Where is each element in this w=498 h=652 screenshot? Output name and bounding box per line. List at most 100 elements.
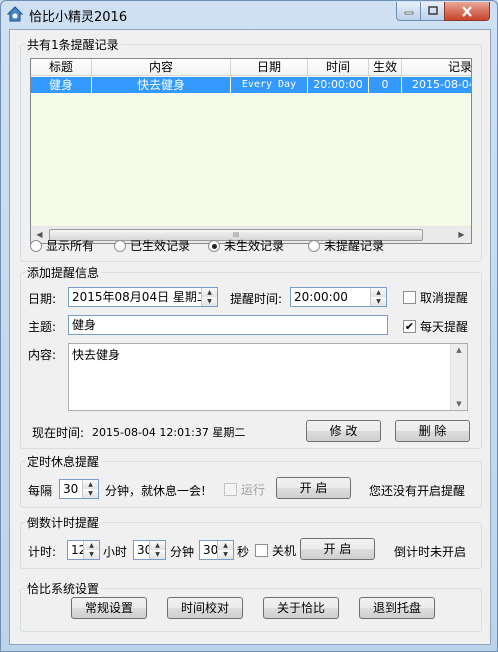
- rest-interval-input[interactable]: 30 ▲ ▼: [59, 479, 99, 499]
- cancel-reminder-checkbox[interactable]: 取消提醒: [403, 289, 468, 306]
- date-spinner[interactable]: ▲ ▼: [201, 288, 217, 306]
- filter-active-label: 已生效记录: [130, 239, 191, 253]
- subject-input[interactable]: 健身: [68, 315, 388, 335]
- general-settings-button[interactable]: 常规设置: [71, 597, 147, 619]
- reminder-list[interactable]: 标题 内容 日期 时间 生效 记录 健身 快去健身 Every Day 20:0…: [30, 58, 472, 244]
- cell-title: 健身: [31, 77, 92, 93]
- vertical-scrollbar[interactable]: ▲ ▼: [450, 344, 467, 410]
- about-button[interactable]: 关于恰比: [263, 597, 339, 619]
- add-reminder-legend: 添加提醒信息: [27, 266, 100, 280]
- close-icon: [462, 5, 472, 17]
- column-header-content[interactable]: 内容: [92, 59, 231, 76]
- up-arrow-icon[interactable]: ▲: [371, 288, 386, 297]
- daily-reminder-label: 每天提醒: [420, 320, 469, 334]
- seconds-value: 30: [203, 543, 219, 557]
- down-arrow-icon[interactable]: ▼: [150, 550, 165, 559]
- down-arrow-icon[interactable]: ▼: [371, 297, 386, 306]
- reminder-time-value: 20:00:00: [294, 290, 348, 304]
- checkbox-box: [224, 483, 237, 496]
- time-sync-button[interactable]: 时间校对: [167, 597, 243, 619]
- up-arrow-icon[interactable]: ▲: [202, 288, 217, 297]
- delete-button[interactable]: 删 除: [395, 420, 470, 442]
- filter-all-radio[interactable]: 显示所有: [30, 237, 94, 254]
- minimize-to-tray-button[interactable]: 退到托盘: [359, 597, 435, 619]
- up-arrow-icon[interactable]: ▲: [150, 541, 165, 550]
- reminder-time-label: 提醒时间:: [230, 292, 283, 306]
- checkbox-box: [255, 544, 268, 557]
- scroll-up-icon[interactable]: ▲: [451, 346, 467, 354]
- filter-inactive-radio[interactable]: 未生效记录: [208, 237, 284, 254]
- radio-indicator-selected: [208, 239, 220, 252]
- maximize-button[interactable]: [420, 2, 445, 21]
- down-arrow-icon[interactable]: ▼: [84, 550, 99, 559]
- seconds-spinner[interactable]: ▲ ▼: [217, 541, 233, 559]
- rest-status: 您还没有开启提醒: [369, 484, 466, 498]
- minimize-icon: [404, 11, 413, 15]
- seconds-unit: 秒: [237, 545, 250, 559]
- column-header-time[interactable]: 时间: [308, 59, 369, 76]
- down-arrow-icon[interactable]: ▼: [202, 297, 217, 306]
- down-arrow-icon[interactable]: ▼: [83, 489, 98, 498]
- filter-unreminded-label: 未提醒记录: [324, 239, 385, 253]
- date-picker[interactable]: 2015年08月04日 星期二 ▲ ▼: [68, 287, 218, 307]
- check-icon: ✔: [403, 320, 416, 333]
- hours-spinner[interactable]: ▲ ▼: [83, 541, 99, 559]
- system-settings-legend: 恰比系统设置: [27, 582, 100, 596]
- maximize-icon: [427, 6, 438, 15]
- up-arrow-icon[interactable]: ▲: [84, 541, 99, 550]
- radio-indicator: [308, 239, 320, 252]
- radio-indicator: [30, 239, 42, 252]
- cell-content: 快去健身: [92, 77, 231, 93]
- column-header-title[interactable]: 标题: [31, 59, 92, 76]
- interval-spinner[interactable]: ▲ ▼: [82, 480, 98, 498]
- subject-label: 主题:: [28, 320, 57, 334]
- reminder-list-legend: 共有1条提醒记录: [27, 38, 119, 52]
- rest-suffix-label: 分钟，就休息一会!: [105, 484, 206, 498]
- filter-inactive-label: 未生效记录: [224, 239, 285, 253]
- column-header-date[interactable]: 日期: [231, 59, 308, 76]
- window-title: 恰比小精灵2016: [29, 10, 128, 25]
- minutes-spinner[interactable]: ▲ ▼: [149, 541, 165, 559]
- reminder-time-input[interactable]: 20:00:00 ▲ ▼: [290, 287, 387, 307]
- timer-label: 计时:: [28, 545, 57, 559]
- minutes-input[interactable]: 30 ▲ ▼: [133, 540, 166, 560]
- seconds-input[interactable]: 30 ▲ ▼: [199, 540, 234, 560]
- daily-reminder-checkbox[interactable]: ✔ 每天提醒: [403, 318, 468, 335]
- minutes-unit: 分钟: [170, 545, 195, 559]
- time-spinner[interactable]: ▲ ▼: [370, 288, 386, 306]
- cancel-reminder-label: 取消提醒: [420, 291, 469, 305]
- run-label: 运行: [241, 483, 266, 497]
- table-row[interactable]: 健身 快去健身 Every Day 20:00:00 0 2015-08-04: [31, 77, 471, 93]
- cell-date: Every Day: [231, 77, 308, 93]
- close-button[interactable]: [444, 2, 490, 21]
- filter-active-radio[interactable]: 已生效记录: [114, 237, 190, 254]
- every-label: 每隔: [28, 484, 53, 498]
- filter-all-label: 显示所有: [46, 239, 95, 253]
- shutdown-checkbox[interactable]: 关机: [255, 542, 296, 559]
- column-header-record[interactable]: 记录: [402, 59, 471, 76]
- date-value: 2015年08月04日 星期二: [72, 290, 209, 304]
- countdown-start-button[interactable]: 开 启: [300, 538, 375, 560]
- up-arrow-icon[interactable]: ▲: [83, 480, 98, 489]
- column-header-active[interactable]: 生效: [369, 59, 402, 76]
- date-label: 日期:: [28, 292, 57, 306]
- rest-start-button[interactable]: 开 启: [276, 477, 351, 499]
- minimize-button[interactable]: [396, 2, 421, 21]
- title-bar[interactable]: 恰比小精灵2016: [1, 1, 497, 27]
- radio-indicator: [114, 239, 126, 252]
- down-arrow-icon[interactable]: ▼: [218, 550, 233, 559]
- run-checkbox[interactable]: 运行: [224, 481, 265, 498]
- modify-button[interactable]: 修 改: [306, 420, 381, 442]
- current-time-label: 现在时间:: [32, 426, 85, 440]
- rest-interval-value: 30: [63, 482, 79, 496]
- hours-input[interactable]: 12 ▲ ▼: [67, 540, 100, 560]
- scroll-right-icon[interactable]: ▶: [453, 227, 470, 243]
- cell-record: 2015-08-04: [402, 77, 471, 93]
- content-value: 快去健身: [72, 348, 121, 362]
- subject-value: 健身: [72, 318, 97, 332]
- app-logo-icon: [7, 6, 23, 22]
- scroll-down-icon[interactable]: ▼: [451, 400, 467, 408]
- filter-unreminded-radio[interactable]: 未提醒记录: [308, 237, 384, 254]
- content-textarea[interactable]: 快去健身 ▲ ▼: [68, 343, 468, 411]
- up-arrow-icon[interactable]: ▲: [218, 541, 233, 550]
